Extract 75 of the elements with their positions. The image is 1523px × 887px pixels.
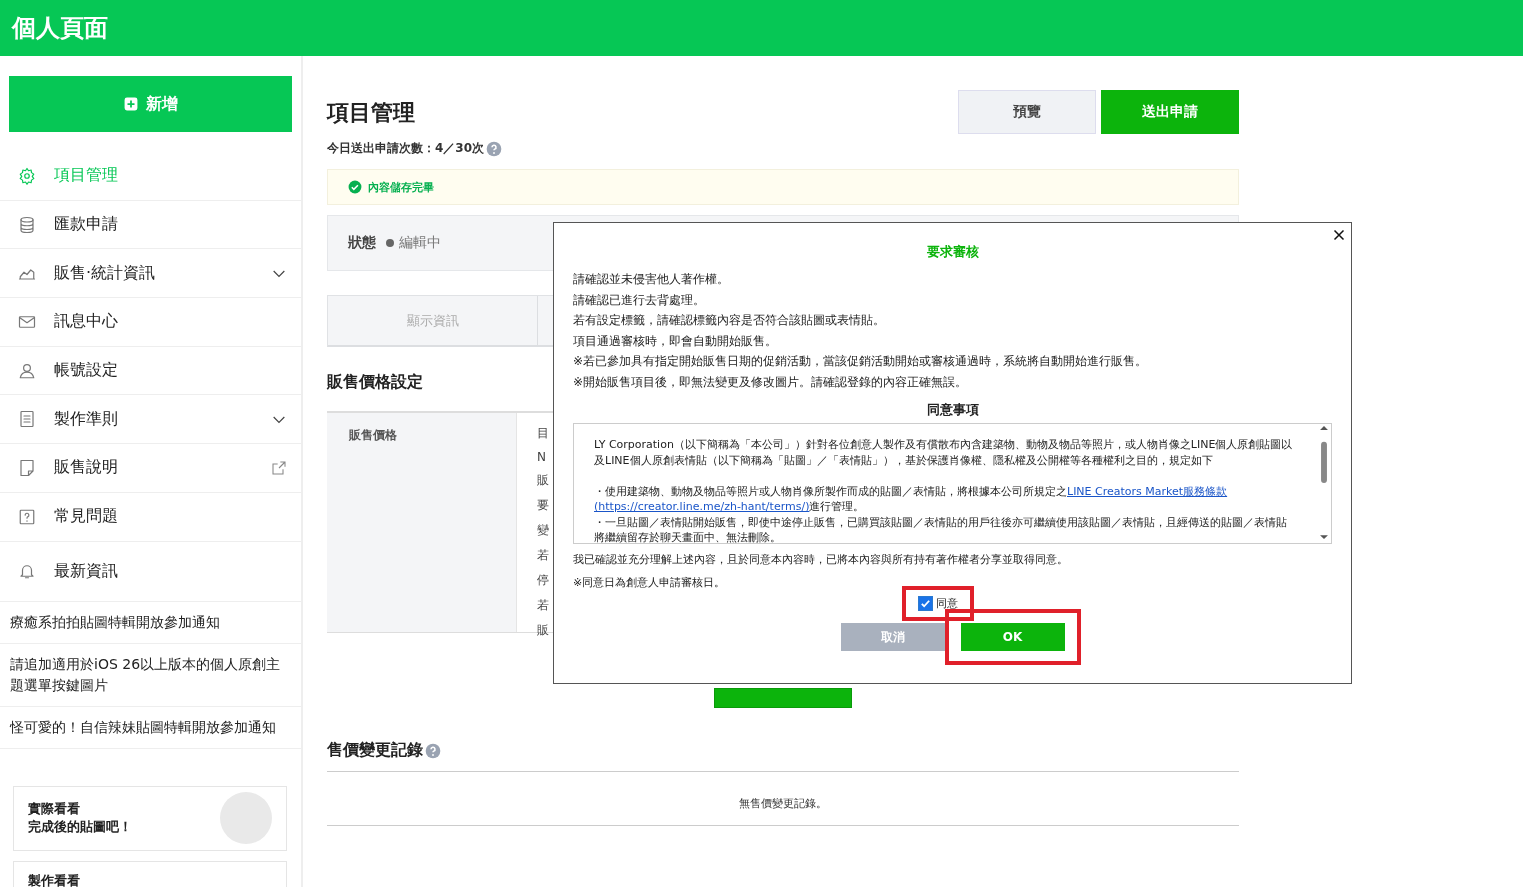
gear-icon <box>18 166 36 185</box>
checkmark-icon <box>919 598 931 609</box>
agree-checkbox[interactable]: 同意 <box>917 596 958 611</box>
price-note-text: 停 <box>537 572 549 589</box>
note-text: ※同意日為創意人申請審核日。 <box>573 575 727 590</box>
news-heading-label: 最新資訊 <box>54 560 118 582</box>
news-link[interactable]: 怪可愛的！自信辣妹貼圖特輯開放參加通知 <box>0 706 301 749</box>
promo-card-text: 製作看看 <box>28 871 80 887</box>
sidebar-item-label: 販售‧統計資訊 <box>54 262 157 284</box>
sidebar-item[interactable]: 販售說明 <box>0 444 301 493</box>
help-icon <box>18 507 36 526</box>
sidebar-item-label: 匯款申請 <box>54 214 119 236</box>
dialog-text: 請確認已進行去背處理。 <box>573 291 706 309</box>
dialog-text: 若有設定標籤，請確認標籤內容是否符合該貼圖或表情貼。 <box>573 312 886 329</box>
sidebar-item-label: 製作準則 <box>54 408 119 430</box>
dialog-text: ※若已參加具有指定開始販售日期的促銷活動，當該促銷活動開始或審核通過時，系統將自動開始進行販售。 <box>573 353 1149 370</box>
sidebar-item-label: 訊息中心 <box>54 311 119 333</box>
user-icon <box>18 361 36 380</box>
sidebar-item[interactable]: 帳號設定 <box>0 346 301 396</box>
price-label: 販售價格 <box>327 413 517 632</box>
plus-icon <box>123 97 138 111</box>
status-dot <box>386 239 394 247</box>
confirmation-text: 我已確認並充分理解上述內容，且於同意本內容時，已將本內容與所有持有著作權者分享並取得同意。 <box>573 552 1069 567</box>
promo-card[interactable]: 實際看看 完成後的貼圖吧！ <box>13 785 287 851</box>
close-icon <box>1333 229 1345 241</box>
terms-text: ・一旦貼圖／表情貼開始販售，即使中途停止販售，已購買該貼圖／表情貼的用戶往後亦可繼續使用該貼圖／表情貼，且經傳送的貼圖／表情貼將繼續留存於聊天畫面中、無法刪除。 <box>594 514 1288 543</box>
help-icon <box>425 742 441 759</box>
dialog-text: ※開始販售項目後，即無法變更及修改圖片。請確認登錄的內容正確無誤。 <box>573 373 969 391</box>
terms-link[interactable]: (https://creator.line.me/zh-hant/terms/) <box>594 500 810 513</box>
help-icon <box>486 140 503 157</box>
dialog-text: 項目通過審核時，即會自動開始販售。 <box>573 332 778 350</box>
promo-card-text: 實際看看 完成後的貼圖吧！ <box>28 800 132 836</box>
price-note-text: 若 <box>537 597 549 614</box>
external-link-icon <box>271 459 287 476</box>
bell-icon <box>18 562 36 580</box>
page-title: 個人頁面 <box>12 13 108 44</box>
price-note-text: 若 <box>537 547 549 564</box>
quota-text: 今日送出申請次數：4／30次 <box>327 140 485 157</box>
status-label: 狀態 <box>348 234 376 252</box>
empty-message: 無售價變更記錄。 <box>327 782 1239 826</box>
save-button[interactable] <box>714 688 852 708</box>
dialog-title: 要求審核 <box>925 243 980 261</box>
price-note-text: 目 <box>537 425 549 442</box>
terms-text: LY Corporation（以下簡稱為「本公司」）針對各位創意人製作及有償散布內含建築物、動物及物品等照片，或人物肖像之LINE個人原創貼圖以及LINE個人原創表情貼（以下簡稱為「貼圖」／「表情貼」），基於保護肖像權、隱私權及公開權等各種權利之目的，規定如下 <box>594 437 1294 468</box>
sidebar-item-label: 帳號設定 <box>54 360 119 382</box>
sidebar-item-label: 項目管理 <box>54 165 119 187</box>
news-link[interactable]: 療癒系拍拍貼圖特輯開放參加通知 <box>0 601 301 644</box>
agreement-heading: 同意事項 <box>925 401 980 419</box>
check-circle-icon <box>348 180 362 194</box>
database-icon <box>18 215 36 234</box>
notice-text: 內容儲存完畢 <box>368 179 434 195</box>
sidebar-item[interactable]: 匯款申請 <box>0 200 301 250</box>
note-icon <box>18 458 36 477</box>
dialog-text: 請確認並未侵害他人著作權。 <box>573 271 730 288</box>
sidebar-item[interactable]: 製作準則 <box>0 395 301 445</box>
status-value: 編輯中 <box>399 234 441 252</box>
document-icon <box>18 410 36 429</box>
price-note-text: N <box>537 450 547 464</box>
price-note-text: 變 <box>537 522 549 539</box>
terms-text: ・使用建築物、動物及物品等照片或人物肖像所製作而成的貼圖／表情貼，將根據本公司所規定之LINE Creators Market服務條款 (https://creator.line.me/zh-hant/terms/)進行管理。 <box>594 483 1229 515</box>
sidebar-item[interactable]: 訊息中心 <box>0 298 301 347</box>
sidebar-item-label: 販售說明 <box>54 457 119 479</box>
promo-card[interactable]: 製作看看 <box>13 860 287 887</box>
price-note-text: 販 <box>537 472 549 489</box>
section-heading: 售價變更記錄 <box>327 740 423 761</box>
sidebar-item[interactable]: 販售‧統計資訊 <box>0 249 301 299</box>
page-heading: 項目管理 <box>327 99 416 127</box>
terms-link[interactable]: LINE Creators Market服務條款 <box>1067 484 1228 498</box>
sidebar-item-label: 常見問題 <box>54 506 119 528</box>
preview-button[interactable]: 預覽 <box>958 90 1096 134</box>
section-heading: 販售價格設定 <box>327 372 423 393</box>
sidebar-item[interactable]: 常見問題 <box>0 492 301 542</box>
news-link[interactable]: 請追加適用於iOS 26以上版本的個人原創主題選單按鍵圖片 <box>0 643 301 707</box>
price-note-text: 要 <box>537 497 549 514</box>
price-note-text: 販 <box>537 622 549 639</box>
